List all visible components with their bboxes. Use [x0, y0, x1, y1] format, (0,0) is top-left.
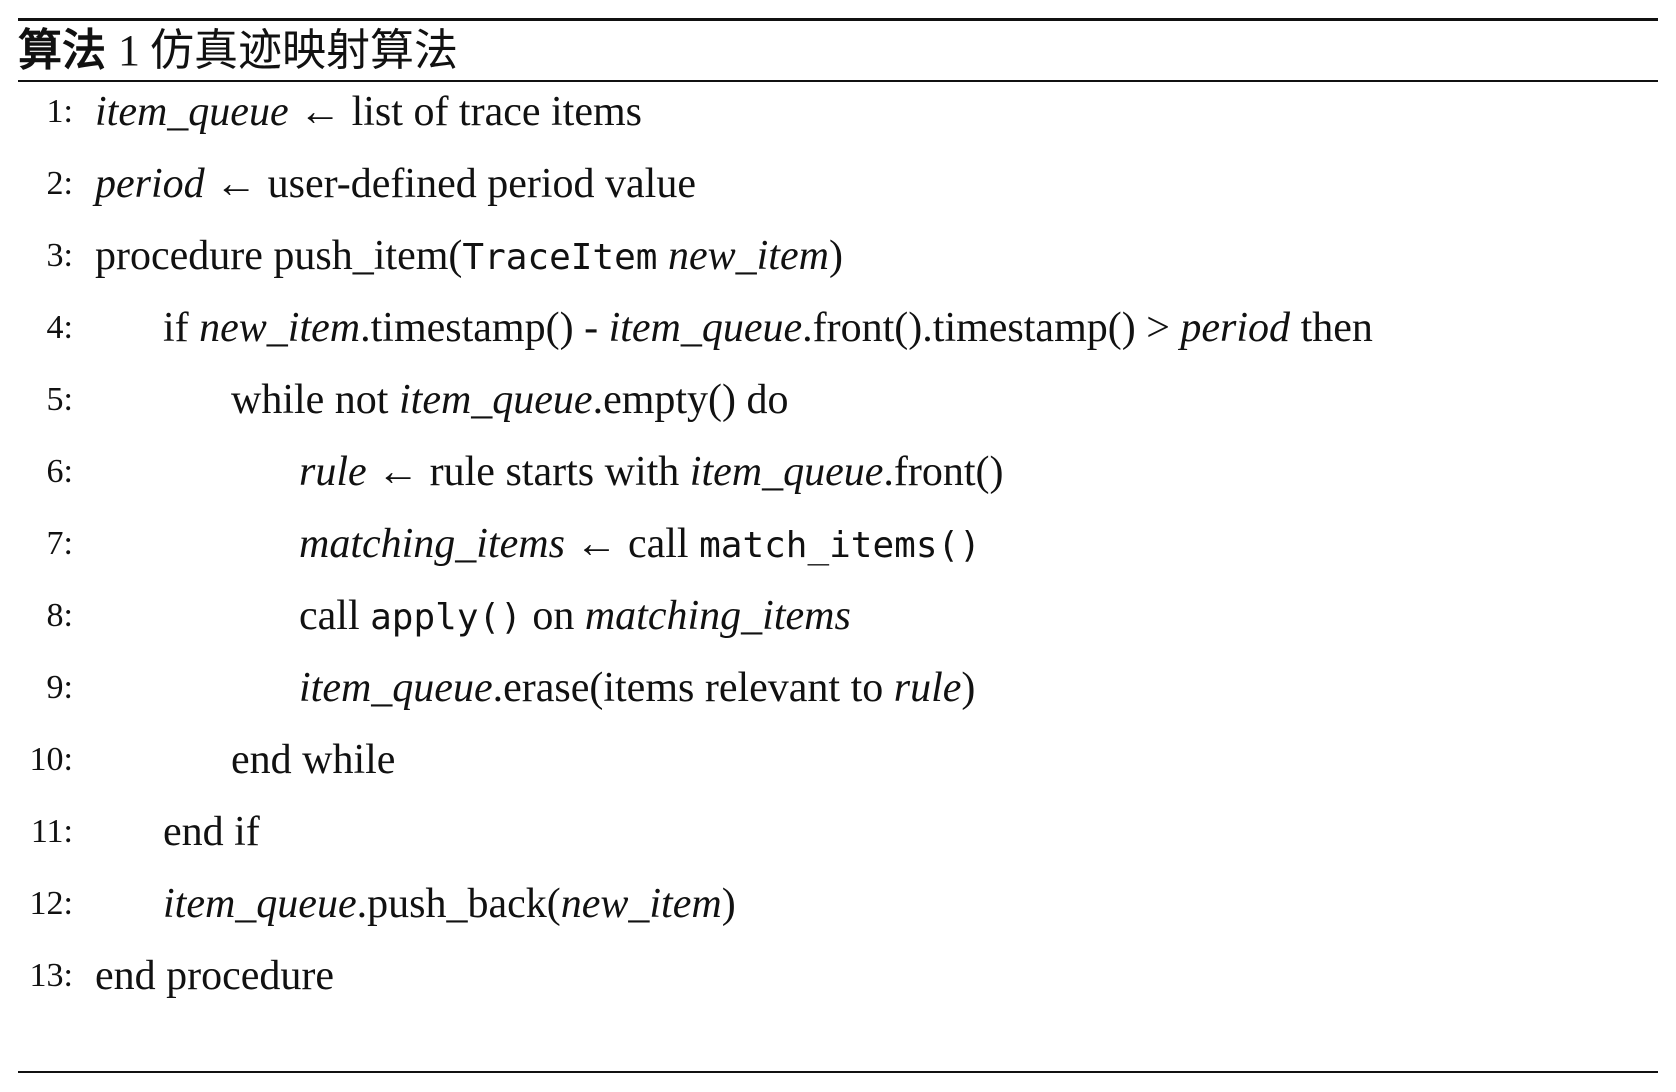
identifier: rule	[893, 665, 962, 711]
bottom-rule	[18, 1071, 1658, 1073]
identifier: item_queue	[163, 881, 357, 927]
code-text: on	[521, 593, 585, 639]
identifier: matching_items	[584, 593, 851, 639]
code-text: end while	[231, 737, 396, 783]
identifier: new_item	[667, 233, 829, 279]
algorithm-line: 6: rule ← rule starts with item_queue.fro…	[18, 440, 1004, 504]
code-token: TraceItem	[462, 237, 658, 278]
line-code: if new_item.timestamp() - item_queue.fro…	[163, 304, 1373, 352]
identifier: item_queue	[398, 377, 593, 423]
line-code: period ← user-defined period value	[95, 160, 696, 208]
line-code: end if	[163, 808, 260, 856]
algorithm-line: 12: item_queue.push_back(new_item)	[18, 872, 736, 936]
code-text: call	[299, 593, 371, 639]
algorithm-line: 5: while not item_queue.empty() do	[18, 368, 789, 432]
algorithm-line: 7: matching_items ← call match_items()	[18, 512, 981, 576]
code-token: apply()	[370, 597, 522, 638]
line-number: 11:	[30, 813, 73, 850]
identifier: item_queue	[608, 305, 803, 351]
code-text: end procedure	[95, 953, 335, 999]
line-number: 6:	[46, 453, 73, 490]
code-text: )	[721, 881, 736, 927]
line-code: matching_items ← call match_items()	[299, 520, 981, 568]
algorithm-line: 11: end if	[18, 800, 260, 864]
line-code: procedure push_item(TraceItem new_item)	[95, 232, 843, 280]
code-text: then	[1290, 305, 1373, 351]
code-text: ← call	[564, 521, 700, 567]
algorithm-line: 2: period ← user-defined period value	[18, 152, 696, 216]
identifier: item_queue	[689, 449, 884, 495]
identifier: period	[95, 161, 205, 207]
identifier: new_item	[560, 881, 722, 927]
line-number: 9:	[46, 669, 73, 706]
identifier: item_queue	[299, 665, 493, 711]
line-code: end while	[231, 736, 395, 784]
identifier: period	[1180, 305, 1291, 351]
code-text: )	[961, 665, 976, 711]
code-text: )	[828, 233, 843, 279]
code-text: ← user-defined period value	[204, 161, 696, 207]
code-text: if	[163, 305, 200, 351]
algorithm-line: 4: if new_item.timestamp() - item_queue.f…	[18, 296, 1373, 360]
algorithm-line: 13: end procedure	[18, 944, 335, 1008]
code-text: ← rule starts with	[366, 449, 690, 495]
line-code: item_queue.erase(items relevant to rule)	[299, 664, 975, 712]
line-code: item_queue.push_back(new_item)	[163, 880, 736, 928]
line-number: 4:	[46, 309, 73, 346]
line-number: 13:	[29, 957, 73, 994]
line-number: 7:	[46, 525, 73, 562]
code-text: procedure push_item(	[95, 233, 463, 279]
code-text: while not	[231, 377, 399, 423]
identifier: new_item	[199, 305, 361, 351]
line-number: 12:	[29, 885, 73, 922]
line-number: 1:	[46, 93, 73, 130]
line-code: item_queue ← list of trace items	[95, 88, 642, 136]
identifier: matching_items	[299, 521, 565, 567]
identifier: rule	[299, 449, 367, 495]
algorithm-line: 10: end while	[18, 728, 396, 792]
caption-label: 算法	[18, 26, 106, 75]
line-code: end procedure	[95, 952, 334, 1000]
line-number: 10:	[29, 741, 73, 778]
line-code: rule ← rule starts with item_queue.front…	[299, 448, 1004, 496]
line-number: 5:	[46, 381, 73, 418]
code-text: .push_back(	[356, 881, 561, 927]
line-number: 8:	[46, 597, 73, 634]
line-number: 2:	[46, 165, 73, 202]
line-number: 3:	[46, 237, 73, 274]
algorithm-line: 1: item_queue ← list of trace items	[18, 80, 642, 144]
code-text: .erase(items relevant to	[492, 665, 894, 711]
identifier: item_queue	[95, 89, 289, 135]
code-text: .timestamp() -	[360, 305, 609, 351]
code-text: end if	[163, 809, 260, 855]
code-text: .empty() do	[592, 377, 789, 423]
code-token: match_items()	[699, 525, 981, 566]
line-code: while not item_queue.empty() do	[231, 376, 789, 424]
algorithm-block: 算法 1 仿真迹映射算法	[18, 18, 1658, 82]
code-text: .front().timestamp() >	[802, 305, 1181, 351]
caption-title: 仿真迹映射算法	[150, 26, 458, 75]
algorithm-caption: 算法 1 仿真迹映射算法	[18, 21, 1658, 80]
caption-number: 1	[118, 26, 140, 75]
line-code: call apply() on matching_items	[299, 592, 851, 640]
code-text: ← list of trace items	[288, 89, 643, 135]
algorithm-line: 3: procedure push_item(TraceItem new_item…	[18, 224, 843, 288]
code-text: .front()	[883, 449, 1004, 495]
algorithm-line: 9: item_queue.erase(items relevant to rul…	[18, 656, 976, 720]
algorithm-line: 8: call apply() on matching_items	[18, 584, 851, 648]
